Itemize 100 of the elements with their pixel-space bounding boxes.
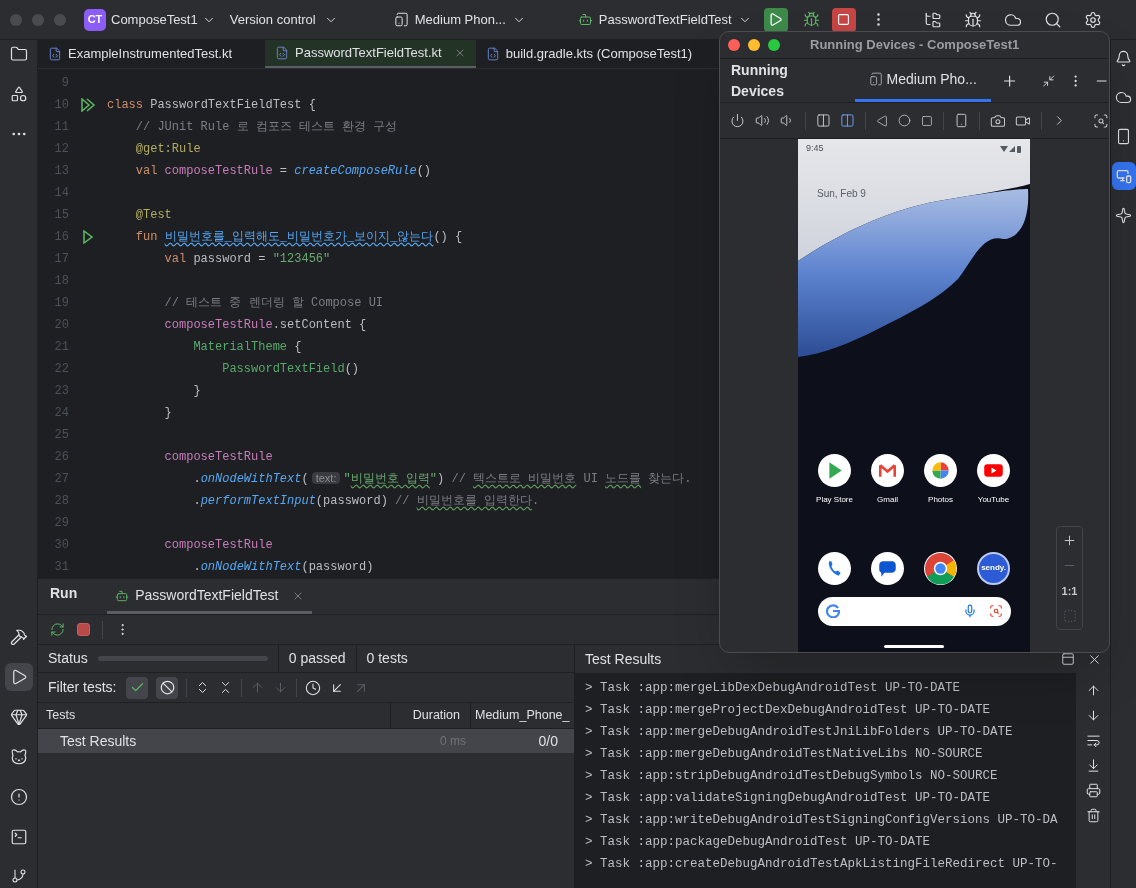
lock-date: Sun, Feb 9 — [817, 186, 866, 201]
code-line: composeTestRule — [163, 537, 273, 554]
envelope-app-icon[interactable] — [871, 453, 904, 487]
code-line: composeTestRule — [163, 449, 273, 466]
bell-icon[interactable] — [1115, 50, 1132, 67]
device-tab[interactable]: Medium Pho... — [854, 59, 991, 102]
running-devices-tool-button[interactable] — [1111, 162, 1136, 190]
hammer-icon[interactable] — [9, 628, 28, 646]
alert-icon[interactable] — [9, 788, 28, 806]
folder-tree-icon[interactable] — [924, 10, 942, 29]
shapes-icon[interactable] — [9, 85, 28, 103]
run-button[interactable] — [763, 7, 788, 32]
rerun-icon[interactable] — [50, 622, 65, 637]
play-app-icon[interactable] — [977, 453, 1010, 487]
search-icon[interactable] — [1044, 10, 1062, 29]
terminal-icon[interactable] — [9, 828, 28, 846]
zoom-window-button[interactable] — [768, 39, 780, 51]
run-test-icon[interactable] — [82, 230, 94, 244]
kotlin-file-icon — [485, 47, 500, 61]
branch-icon[interactable] — [10, 868, 27, 884]
tab-label: PasswordTextFieldTest.kt — [295, 44, 442, 63]
wrap-text-icon[interactable] — [1085, 733, 1101, 748]
column-header: Tests — [45, 707, 77, 725]
code-line: @get:Rule — [134, 141, 201, 158]
collapse-window-icon[interactable] — [1042, 73, 1056, 88]
devices-icon — [1115, 168, 1132, 184]
editor-tab[interactable]: build.gradle.kts (ComposeTest1) — [475, 40, 703, 68]
show-passed-toggle[interactable] — [126, 676, 149, 699]
panel-title: Running Devices — [731, 60, 789, 101]
device-selector[interactable]: Medium Phon... — [393, 9, 526, 30]
zoom-in-icon[interactable] — [1062, 532, 1077, 548]
tab-label: build.gradle.kts (ComposeTest1) — [505, 45, 693, 64]
tab-label: ExampleInstrumentedTest.kt — [68, 45, 233, 64]
column-header: Medium_Phone_ — [470, 703, 574, 728]
browser-app-icon[interactable] — [924, 551, 957, 585]
arrow-down-icon[interactable] — [1085, 708, 1101, 723]
status-time: 9:45 — [806, 142, 824, 155]
mic-icon[interactable] — [962, 604, 977, 618]
android-icon — [115, 588, 130, 603]
layout-icon[interactable] — [1061, 652, 1075, 666]
cloud-icon[interactable] — [1115, 89, 1132, 106]
device-settings-icon[interactable] — [953, 113, 969, 128]
gem-icon[interactable] — [9, 708, 28, 726]
phone-app-icon[interactable] — [818, 551, 851, 585]
debug-icon[interactable] — [802, 11, 820, 28]
code-line: @Test — [134, 207, 172, 224]
column-header: Duration — [390, 703, 470, 728]
editor-tab[interactable]: ExampleInstrumentedTest.kt — [38, 40, 265, 68]
kotlin-file-icon — [275, 46, 289, 60]
lens-icon[interactable] — [988, 604, 1003, 618]
home-icon[interactable] — [898, 114, 911, 127]
cat-icon[interactable] — [9, 748, 28, 766]
dock-app-icon[interactable]: sendy. — [977, 551, 1010, 585]
print-icon[interactable] — [1085, 783, 1101, 798]
sparkle-icon[interactable] — [1115, 207, 1132, 224]
device-icon[interactable] — [1115, 128, 1132, 145]
search-bar[interactable] — [817, 596, 1011, 626]
triangle-app-icon[interactable] — [818, 453, 851, 487]
console-line: > Task :app:mergeLibDexDebugAndroidTest UP-TO-DATE — [585, 680, 962, 697]
actual-size-button[interactable]: 1:1 — [1061, 582, 1078, 599]
minimize-window-button[interactable] — [748, 39, 760, 51]
device-icon — [393, 12, 409, 27]
tab-label: PasswordTextFieldTest — [135, 586, 279, 605]
run-tool-button[interactable] — [4, 663, 33, 691]
code-line: } — [192, 383, 201, 400]
device-icon — [868, 72, 883, 86]
run-config-selector[interactable]: PasswordTextFieldTest — [577, 9, 752, 30]
project-selector[interactable]: ComposeTest1 — [111, 9, 216, 30]
run-tests-icon[interactable] — [80, 98, 96, 112]
camera-icon[interactable] — [989, 112, 1006, 129]
run-tab[interactable]: PasswordTextFieldTest — [107, 580, 313, 614]
inspect-icon[interactable] — [1093, 112, 1109, 129]
code-line: PasswordTextField() — [221, 361, 360, 378]
ban-icon — [159, 680, 175, 695]
back-icon[interactable] — [876, 114, 889, 127]
code-line: // JUnit Rule 로 컴포즈 테스트 환경 구성 — [134, 119, 398, 136]
overview-icon[interactable] — [920, 114, 933, 127]
console-line: > Task :app:writeDebugAndroidTestSigningConfigVersions UP-TO-DA — [585, 812, 1059, 829]
power-icon[interactable] — [730, 113, 745, 128]
window-title: Running Devices - ComposeTest1 — [810, 36, 1020, 55]
vcs-selector[interactable]: Version control — [229, 9, 338, 30]
volume-up-icon[interactable] — [754, 113, 770, 128]
stop-button[interactable] — [831, 7, 856, 32]
show-ignored-toggle[interactable] — [156, 676, 179, 699]
bug-icon[interactable] — [964, 10, 982, 29]
editor-tab[interactable]: PasswordTextFieldTest.kt — [265, 40, 476, 68]
settings-icon[interactable] — [1084, 10, 1102, 29]
pinwheel-app-icon[interactable] — [924, 453, 957, 487]
folder-icon[interactable] — [9, 45, 28, 63]
chat-app-icon[interactable] — [871, 551, 904, 585]
phone-screen[interactable]: 9:45 Sun, Feb 9 Play Store Gmail Photos YouTube sendy. — [798, 139, 1030, 652]
code-line: .performTextInput(password) // 비밀번호를 입력한다. — [192, 493, 540, 510]
console-line: > Task :app:mergeProjectDexDebugAndroidTest UP-TO-DATE — [585, 702, 992, 719]
app-label: YouTube — [977, 493, 1010, 506]
clock-icon[interactable] — [305, 679, 322, 696]
test-result: 0/0 — [537, 731, 559, 751]
app-label: Gmail — [877, 493, 898, 506]
close-window-button[interactable] — [728, 39, 740, 51]
code-line: composeTestRule.setContent { — [163, 317, 367, 334]
trash-icon[interactable] — [1085, 808, 1101, 823]
